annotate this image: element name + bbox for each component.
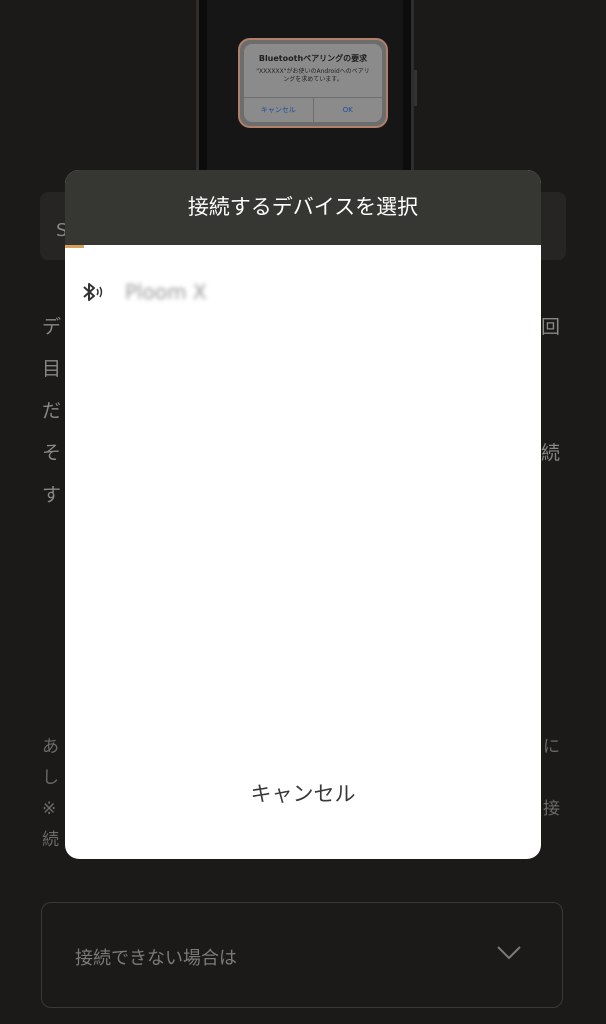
- background-text-fragment: デ: [42, 316, 62, 338]
- background-text-fragment: す: [42, 484, 62, 506]
- dialog-title: 接続するデバイスを選択: [65, 170, 541, 245]
- background-note-fragment: 続: [42, 830, 59, 850]
- background-text-fragment: そ: [42, 442, 62, 464]
- pairing-dialog-title: Bluetoothペアリングの要求: [258, 54, 368, 63]
- background-text-fragment: 目: [42, 358, 62, 380]
- pairing-dialog-cancel: キャンセル: [244, 98, 314, 122]
- background-text-fragment: だ: [42, 400, 62, 422]
- background-note-fragment: し: [42, 768, 59, 788]
- cancel-button[interactable]: キャンセル: [65, 778, 541, 808]
- pairing-dialog-message: "XXXXXX"がお使いのAndroidへのペアリングを求めています。: [256, 68, 370, 83]
- background-note-fragment: あ: [42, 737, 59, 757]
- background-note-fragment: ※: [42, 799, 57, 819]
- device-name: Ploom X: [125, 280, 207, 304]
- phone-illustration: Bluetoothペアリングの要求 "XXXXXX"がお使いのAndroidへの…: [196, 0, 417, 172]
- phone-side-button: [414, 70, 417, 106]
- device-list-item[interactable]: Ploom X: [65, 270, 541, 314]
- chevron-down-icon: [497, 946, 521, 960]
- device-select-dialog: 接続するデバイスを選択 Ploom X キャンセル: [65, 170, 541, 859]
- scan-progress-indicator: [65, 245, 84, 248]
- background-note-fragment: 接: [543, 799, 560, 819]
- background-note-fragment: に: [543, 737, 560, 757]
- background-text-fragment: 回: [540, 316, 560, 338]
- pairing-dialog-illustration: Bluetoothペアリングの要求 "XXXXXX"がお使いのAndroidへの…: [238, 38, 388, 128]
- troubleshoot-accordion-label: 接続できない場合は: [75, 948, 237, 969]
- pairing-dialog-ok: OK: [342, 106, 353, 114]
- phone-screen: Bluetoothペアリングの要求 "XXXXXX"がお使いのAndroidへの…: [207, 0, 403, 172]
- background-text-fragment: 続: [540, 442, 560, 464]
- bluetooth-icon: [83, 283, 103, 301]
- troubleshoot-accordion[interactable]: 接続できない場合は: [41, 902, 563, 1008]
